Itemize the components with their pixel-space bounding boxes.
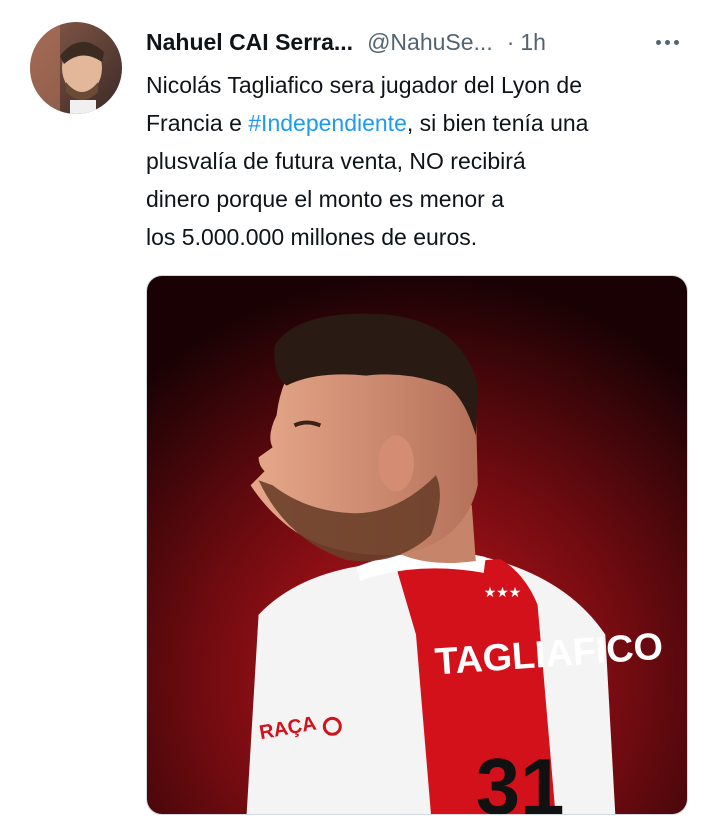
timestamp[interactable]: 1h [520,29,546,56]
jersey-stars: ★★★ [484,585,521,601]
player-photo: ★★★ TAGLIAFICO RAÇA 31 [147,276,687,814]
avatar[interactable] [30,22,122,114]
user-handle[interactable]: @NahuSe... [367,29,493,56]
tweet-media-image[interactable]: ★★★ TAGLIAFICO RAÇA 31 [146,275,688,815]
separator-dot: · [506,28,515,55]
more-options-button[interactable] [649,24,685,60]
tweet-header: Nahuel CAI Serra... @NahuSe... · 1h [146,26,699,58]
tweet[interactable]: Nahuel CAI Serra... @NahuSe... · 1h Nico… [0,0,719,822]
more-horizontal-icon [655,39,661,45]
avatar-image [30,22,122,114]
tweet-text: Nicolás Tagliafico sera jugador del Lyon… [146,66,706,256]
jersey-number: 31 [476,742,565,814]
hashtag-link[interactable]: #Independiente [248,110,407,136]
display-name[interactable]: Nahuel CAI Serra... [146,29,353,56]
